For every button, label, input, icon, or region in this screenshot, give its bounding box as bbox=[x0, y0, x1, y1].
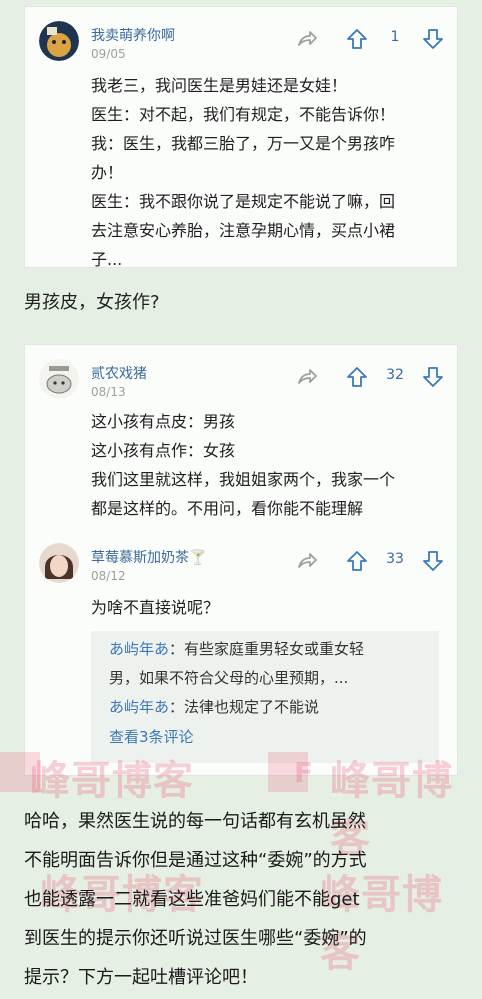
comment-actions: 33 bbox=[295, 549, 445, 573]
watermark-letter: F bbox=[294, 756, 315, 789]
avatar[interactable] bbox=[39, 359, 79, 399]
comment-line: 这小孩有点皮：男孩 bbox=[91, 412, 236, 431]
share-icon[interactable] bbox=[295, 549, 319, 573]
share-icon[interactable] bbox=[295, 365, 319, 389]
reply-item[interactable]: あ屿年あ：法律也规定了不能说 bbox=[109, 693, 423, 722]
up-arrow-icon[interactable] bbox=[345, 549, 369, 573]
up-arrow-icon[interactable] bbox=[345, 365, 369, 389]
article-text: 男孩皮，女孩作? bbox=[24, 292, 160, 313]
like-count: 1 bbox=[390, 29, 400, 45]
reply-text-cont: 男，如果不符合父母的心里预期，... bbox=[109, 669, 349, 687]
comment-line: 我：医生，我都三胎了，万一又是个男孩咋 bbox=[91, 134, 396, 153]
comment-line: 我们这里就这样，我姐姐家两个，我家一个 bbox=[91, 470, 396, 489]
paragraph-line: 不能明面告诉你但是通过这种“委婉”的方式 bbox=[24, 850, 367, 871]
comment-line: 这小孩有点作：女孩 bbox=[91, 441, 236, 460]
username[interactable]: 草莓慕斯加奶茶🍸 bbox=[91, 547, 206, 567]
comment-date: 09/05 bbox=[91, 47, 126, 61]
comment-date: 08/13 bbox=[91, 385, 126, 399]
reply-box: あ屿年あ：有些家庭重男轻女或重女轻 男，如果不符合父母的心里预期，... あ屿年… bbox=[91, 631, 439, 763]
comment-actions: 32 bbox=[295, 365, 445, 389]
down-arrow-icon[interactable] bbox=[421, 27, 445, 51]
down-arrow-icon[interactable] bbox=[421, 549, 445, 573]
comment-body: 这小孩有点皮：男孩 这小孩有点作：女孩 我们这里就这样，我姐姐家两个，我家一个 … bbox=[91, 407, 445, 523]
like-count: 32 bbox=[386, 367, 404, 383]
comment-line: 我老三，我问医生是男娃还是女娃！ bbox=[91, 76, 348, 95]
avatar[interactable] bbox=[39, 543, 79, 583]
paragraph-line: 到医生的提示你还听说过医生哪些“委婉”的 bbox=[24, 928, 367, 949]
username[interactable]: 贰农戏猪 bbox=[91, 363, 147, 383]
username[interactable]: 我卖萌养你啊 bbox=[91, 25, 175, 45]
paragraph-line: 也能透露一二就看这些准爸妈们能不能get bbox=[24, 889, 360, 910]
reply-author[interactable]: あ屿年あ bbox=[109, 640, 169, 658]
down-arrow-icon[interactable] bbox=[421, 365, 445, 389]
comment-line: 医生：对不起，我们有规定，不能告诉你！ bbox=[91, 105, 396, 124]
comment-body: 我老三，我问医生是男娃还是女娃！ 医生：对不起，我们有规定，不能告诉你！ 我：医… bbox=[91, 71, 445, 274]
comment-line: 为啥不直接说呢？ bbox=[91, 598, 220, 617]
up-arrow-icon[interactable] bbox=[345, 27, 369, 51]
reply-text: ：有些家庭重男轻女或重女轻 bbox=[169, 640, 365, 658]
reply-author[interactable]: あ屿年あ bbox=[109, 698, 169, 716]
comment-card-1: 我卖萌养你啊 09/05 1 我老三，我问医生是男娃还是女娃！ 医生：对不起，我… bbox=[24, 6, 458, 269]
paragraph-line: 哈哈，果然医生说的每一句话都有玄机虽然 bbox=[24, 811, 366, 832]
comment-line: 子... bbox=[91, 250, 123, 269]
reply-item[interactable]: あ屿年あ：有些家庭重男轻女或重女轻 bbox=[109, 635, 423, 664]
paragraph-line: 提示？下方一起吐槽评论吧！ bbox=[24, 967, 258, 988]
comment-header: 贰农戏猪 08/13 32 bbox=[39, 359, 445, 403]
share-icon[interactable] bbox=[295, 27, 319, 51]
comment-line: 医生：我不跟你说了是规定不能说了嘛，回 bbox=[91, 192, 396, 211]
watermark: 峰哥博客 bbox=[30, 758, 194, 804]
comment-line: 都是这样的。不用问，看你能不能理解 bbox=[91, 499, 364, 518]
avatar[interactable] bbox=[39, 21, 79, 61]
comment-header: 草莓慕斯加奶茶🍸 08/12 33 bbox=[39, 543, 445, 587]
comment-card-2: 贰农戏猪 08/13 32 这小孩有点皮：男孩 这小孩有点作：女孩 我们这里就这… bbox=[24, 344, 458, 776]
article-paragraph: 哈哈，果然医生说的每一句话都有玄机虽然 不能明面告诉你但是通过这种“委婉”的方式… bbox=[24, 802, 464, 997]
comment-actions: 1 bbox=[295, 27, 445, 51]
reply-text: ：法律也规定了不能说 bbox=[169, 698, 320, 716]
comment-body: 为啥不直接说呢？ bbox=[91, 593, 445, 622]
like-count: 33 bbox=[386, 551, 404, 567]
comment-line: 去注意安心养胎，注意孕期心情，买点小裙 bbox=[91, 221, 396, 240]
comment-date: 08/12 bbox=[91, 569, 126, 583]
comment-header: 我卖萌养你啊 09/05 1 bbox=[39, 21, 445, 65]
comment-line: 办！ bbox=[91, 163, 124, 182]
